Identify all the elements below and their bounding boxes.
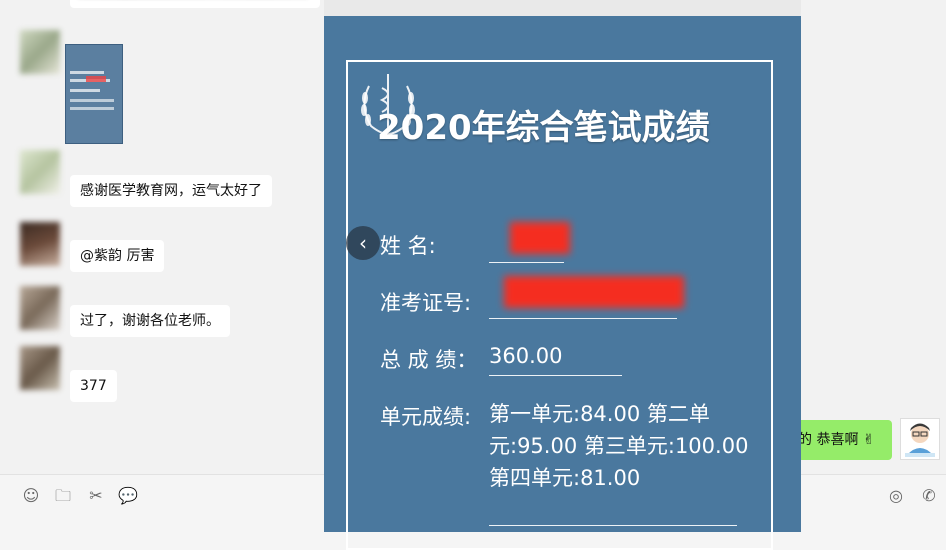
avatar[interactable] <box>20 222 60 266</box>
message-bubble-blurred <box>70 0 320 8</box>
image-thumbnail[interactable] <box>65 44 123 144</box>
message-bubble: 377 <box>70 370 117 402</box>
id-redaction <box>504 276 684 308</box>
avatar[interactable] <box>20 346 60 390</box>
units-label: 单元成绩: <box>380 405 472 429</box>
folder-icon[interactable]: 🗀 <box>52 485 74 507</box>
message-bubble: @紫韵 厉害 <box>70 240 165 272</box>
total-underline <box>489 375 622 376</box>
avatar[interactable] <box>20 286 60 330</box>
avatar[interactable] <box>20 150 60 194</box>
phone-icon[interactable]: ✆ <box>918 485 940 507</box>
my-avatar[interactable] <box>900 418 940 460</box>
voice-call-icon[interactable]: ◎ <box>885 485 907 507</box>
total-label: 总 成 绩： <box>380 348 478 372</box>
name-label: 姓 名: <box>380 234 436 258</box>
emoji-icon[interactable]: ☺ <box>20 485 42 507</box>
chat-history-icon[interactable]: 💬 <box>117 485 139 507</box>
avatar[interactable] <box>20 30 60 74</box>
scissors-icon[interactable]: ✂ <box>85 485 107 507</box>
message-bubble: 感谢医学教育网，运气太好了 <box>70 175 272 207</box>
my-message-bubble: 的 恭喜啊 ✌ <box>790 420 892 460</box>
message-bubble: 过了，谢谢各位老师。 <box>70 305 230 337</box>
previous-image-button[interactable]: ‹ <box>346 226 380 260</box>
name-redaction <box>510 222 570 254</box>
units-underline <box>489 525 737 526</box>
score-title: 2020年综合笔试成绩 <box>377 108 710 148</box>
image-viewer: 2020年综合笔试成绩 姓 名: 准考证号: 总 成 绩： 360.00 单元成… <box>324 0 801 550</box>
viewer-title-bar <box>324 0 801 16</box>
name-underline <box>489 262 564 263</box>
id-underline <box>489 318 677 319</box>
units-value: 第一单元:84.00 第二单元:95.00 第三单元:100.00 第四单元:8… <box>489 402 749 490</box>
id-label: 准考证号: <box>380 291 472 315</box>
total-value: 360.00 <box>489 344 563 368</box>
